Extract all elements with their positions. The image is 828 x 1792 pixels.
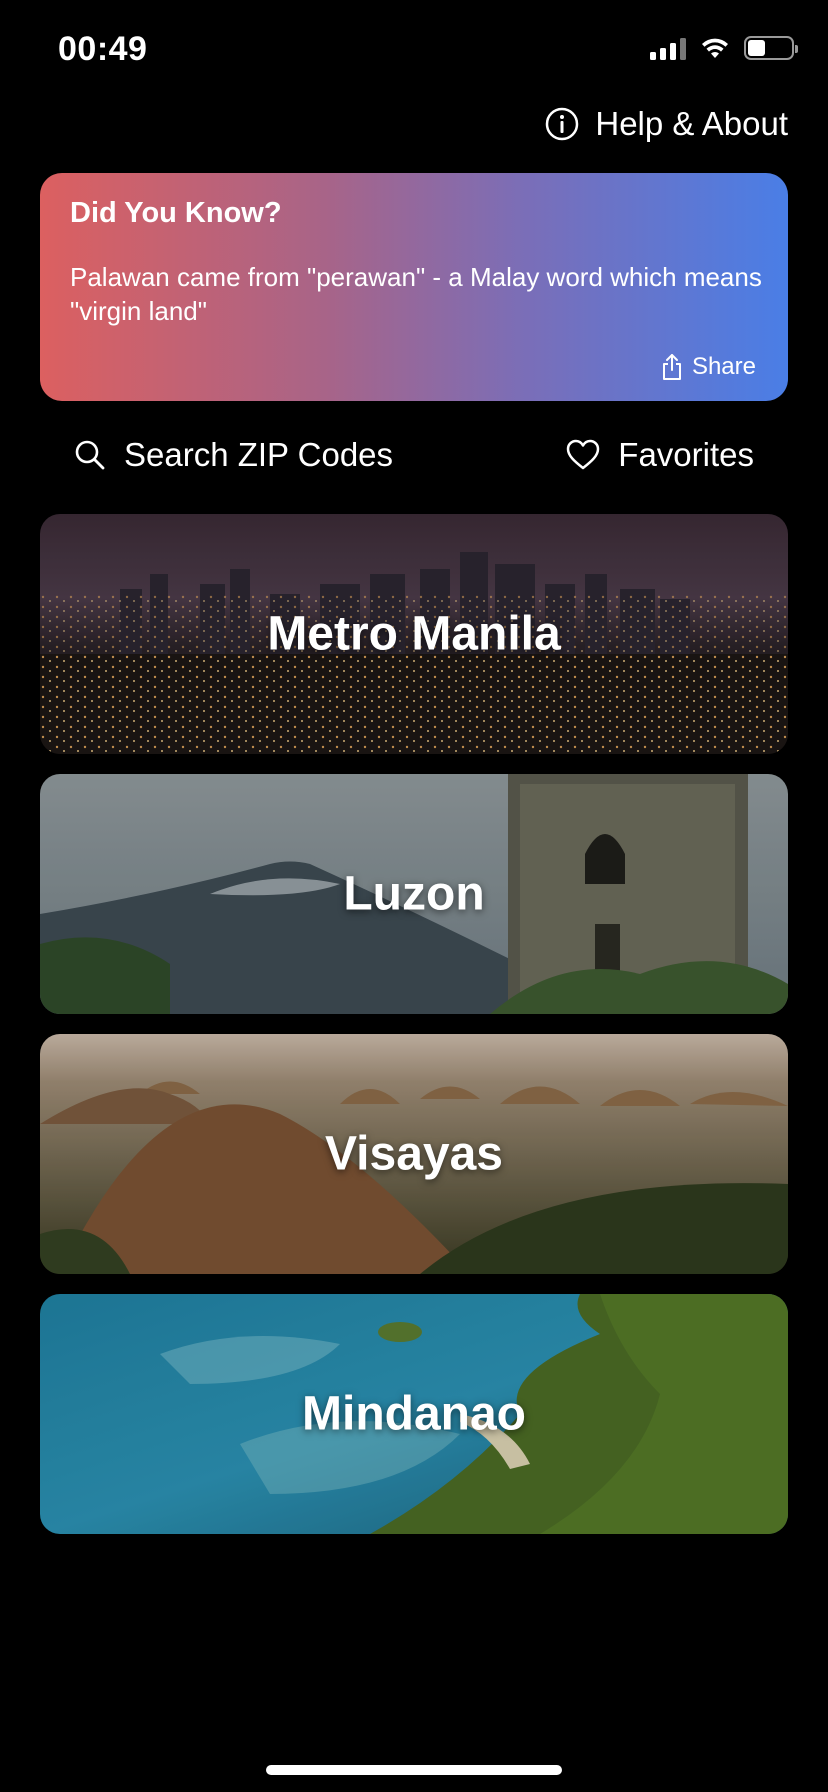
region-card-visayas[interactable]: Visayas <box>40 1034 788 1274</box>
info-icon <box>546 107 579 141</box>
wifi-icon <box>702 38 728 58</box>
home-indicator[interactable] <box>266 1765 562 1775</box>
favorites-button[interactable]: Favorites <box>566 436 754 474</box>
battery-icon <box>744 36 798 60</box>
region-card-mindanao[interactable]: Mindanao <box>40 1294 788 1534</box>
status-icons <box>650 36 798 60</box>
search-zip-codes-button[interactable]: Search ZIP Codes <box>74 436 393 474</box>
search-label: Search ZIP Codes <box>124 436 394 473</box>
status-time: 00:49 <box>58 30 148 68</box>
did-you-know-title: Did You Know? <box>70 197 282 229</box>
share-label: Share <box>691 353 756 380</box>
help-about-button[interactable]: Help & About <box>545 105 788 143</box>
share-icon <box>662 354 681 380</box>
region-label-metro-manila: Metro Manila <box>267 607 561 661</box>
help-about-label: Help & About <box>595 105 788 142</box>
favorites-label: Favorites <box>618 436 754 473</box>
cellular-signal-icon <box>650 36 686 60</box>
share-button[interactable]: Share <box>660 353 756 381</box>
region-label-visayas: Visayas <box>325 1127 503 1181</box>
status-bar: 00:49 <box>0 0 828 100</box>
did-you-know-text: Palawan came from "perawan" - a Malay wo… <box>70 262 762 326</box>
region-card-luzon[interactable]: Luzon <box>40 774 788 1014</box>
region-label-mindanao: Mindanao <box>302 1387 526 1441</box>
search-icon <box>75 440 105 470</box>
region-card-metro-manila[interactable]: Metro Manila <box>40 514 788 754</box>
heart-icon <box>567 439 600 470</box>
region-label-luzon: Luzon <box>343 867 485 921</box>
app-screen: 00:49 Help & About Did You Know? Palawan… <box>0 0 828 1792</box>
did-you-know-card: Did You Know? Palawan came from "perawan… <box>40 173 788 401</box>
